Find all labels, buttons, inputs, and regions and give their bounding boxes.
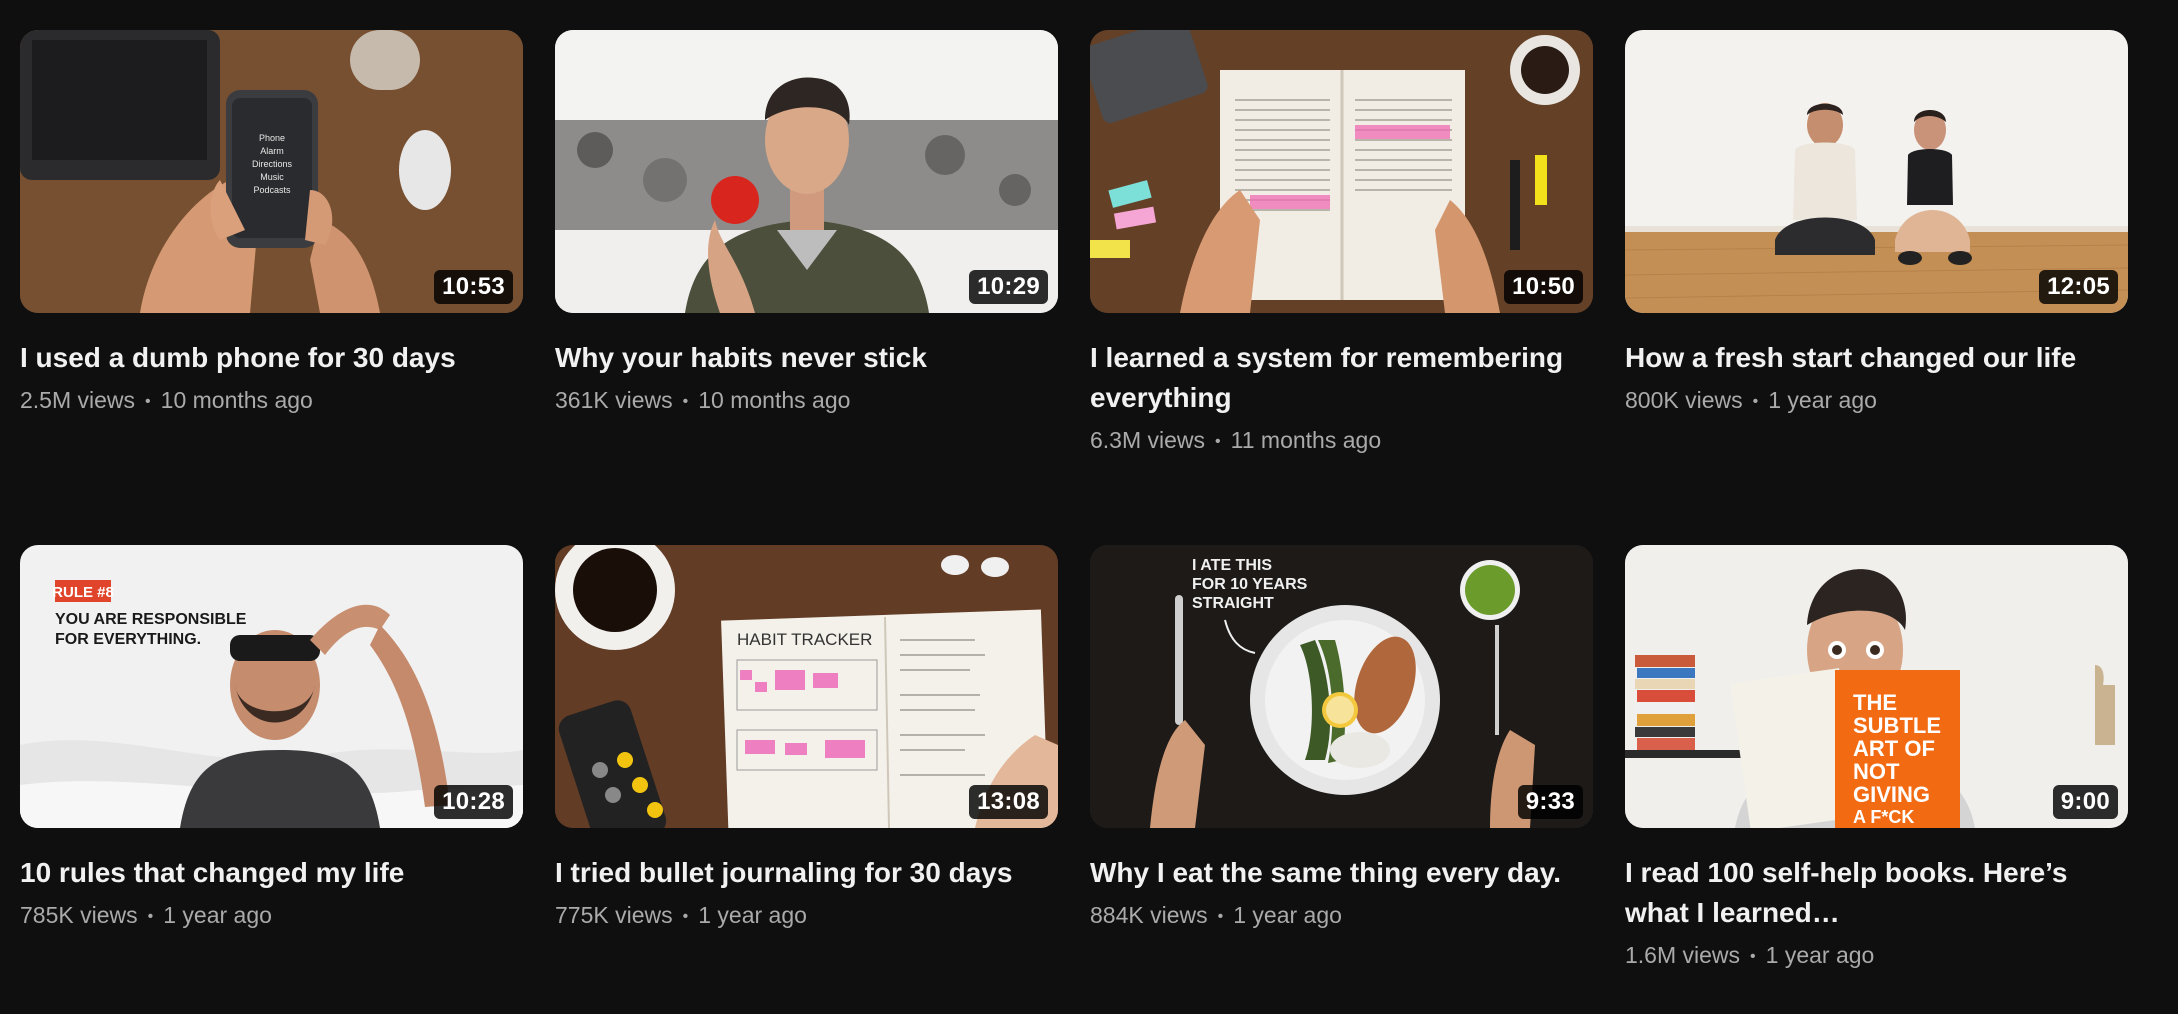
video-title[interactable]: I read 100 self-help books. Here’s what … (1625, 853, 2128, 933)
video-title[interactable]: I used a dumb phone for 30 days (20, 338, 523, 378)
upload-age: 1 year ago (1765, 942, 1875, 968)
thumb-text: STRAIGHT (1192, 595, 1274, 612)
video-metadata: 1.6M views • 1 year ago (1625, 940, 2128, 972)
duration-badge: 10:50 (1504, 270, 1583, 304)
thumb-text: FOR 10 YEARS (1192, 576, 1308, 593)
separator-dot: • (1750, 948, 1756, 965)
thumb-text: NOT (1853, 759, 1900, 784)
thumb-text: GIVING (1853, 782, 1930, 807)
thumb-text: Music (260, 172, 284, 182)
video-metadata: 884K views • 1 year ago (1090, 900, 1593, 932)
view-count: 775K views (555, 902, 673, 928)
thumb-text: Alarm (260, 146, 284, 156)
separator-dot: • (147, 908, 154, 925)
thumb-text: A F*CK (1853, 807, 1914, 827)
video-card[interactable]: HABIT TRACKER 13:08 I tried bullet journ… (555, 545, 1058, 932)
video-card[interactable]: 10:29 Why your habits never stick 361K v… (555, 30, 1058, 417)
view-count: 6.3M views (1090, 427, 1206, 453)
thumbnail-image: THE SUBTLE ART OF NOT GIVING A F*CK (1625, 545, 2128, 828)
video-title[interactable]: Why I eat the same thing every day. (1090, 853, 1593, 893)
view-count: 800K views (1625, 387, 1743, 413)
video-thumbnail[interactable]: Phone Alarm Directions Music Podcasts 10… (20, 30, 523, 313)
video-thumbnail[interactable]: RULE #8 YOU ARE RESPONSIBLE FOR EVERYTHI… (20, 545, 523, 828)
video-title[interactable]: I tried bullet journaling for 30 days (555, 853, 1058, 893)
duration-badge: 12:05 (2039, 270, 2118, 304)
video-thumbnail[interactable]: 10:50 (1090, 30, 1593, 313)
view-count: 2.5M views (20, 387, 136, 413)
upload-age: 11 months ago (1230, 427, 1382, 453)
video-grid: Phone Alarm Directions Music Podcasts 10… (0, 0, 2178, 1014)
separator-dot: • (1752, 393, 1759, 410)
separator-dot: • (682, 908, 689, 925)
separator-dot: • (1217, 908, 1224, 925)
duration-badge: 9:33 (1517, 785, 1583, 819)
video-metadata: 785K views • 1 year ago (20, 900, 523, 932)
separator-dot: • (1215, 433, 1221, 450)
video-title[interactable]: I learned a system for remembering every… (1090, 338, 1593, 418)
video-thumbnail[interactable]: HABIT TRACKER 13:08 (555, 545, 1058, 828)
upload-age: 1 year ago (1768, 387, 1877, 413)
thumb-text: THE (1853, 690, 1897, 715)
video-metadata: 800K views • 1 year ago (1625, 385, 2128, 417)
video-thumbnail[interactable]: 10:29 (555, 30, 1058, 313)
thumb-text: RULE #8 (52, 584, 114, 601)
duration-badge: 10:28 (434, 785, 513, 819)
view-count: 361K views (555, 387, 673, 413)
video-metadata: 6.3M views • 11 months ago (1090, 425, 1593, 457)
video-metadata: 775K views • 1 year ago (555, 900, 1058, 932)
upload-age: 10 months ago (160, 387, 313, 413)
view-count: 884K views (1090, 902, 1208, 928)
video-thumbnail[interactable]: 12:05 (1625, 30, 2128, 313)
video-thumbnail[interactable]: THE SUBTLE ART OF NOT GIVING A F*CK 9:00 (1625, 545, 2128, 828)
video-card[interactable]: Phone Alarm Directions Music Podcasts 10… (20, 30, 523, 417)
thumbnail-image: I ATE THIS FOR 10 YEARS STRAIGHT (1090, 545, 1593, 828)
thumb-text: FOR EVERYTHING. (55, 631, 201, 648)
thumb-text: Directions (252, 159, 293, 169)
thumb-text: SUBTLE (1853, 713, 1941, 738)
video-card[interactable]: 12:05 How a fresh start changed our life… (1625, 30, 2128, 417)
video-thumbnail[interactable]: I ATE THIS FOR 10 YEARS STRAIGHT 9:33 (1090, 545, 1593, 828)
thumb-text: HABIT TRACKER (737, 630, 872, 649)
thumb-text: YOU ARE RESPONSIBLE (55, 611, 247, 628)
video-title[interactable]: 10 rules that changed my life (20, 853, 523, 893)
duration-badge: 13:08 (969, 785, 1048, 819)
upload-age: 10 months ago (698, 387, 851, 413)
view-count: 785K views (20, 902, 138, 928)
upload-age: 1 year ago (163, 902, 272, 928)
upload-age: 1 year ago (1233, 902, 1342, 928)
video-card[interactable]: 10:50 I learned a system for remembering… (1090, 30, 1593, 457)
upload-age: 1 year ago (698, 902, 807, 928)
video-metadata: 2.5M views • 10 months ago (20, 385, 523, 417)
thumb-text: ART OF (1853, 736, 1935, 761)
video-metadata: 361K views • 10 months ago (555, 385, 1058, 417)
video-card[interactable]: I ATE THIS FOR 10 YEARS STRAIGHT 9:33 Wh… (1090, 545, 1593, 932)
thumb-text: Phone (259, 133, 285, 143)
duration-badge: 9:00 (2052, 785, 2118, 819)
duration-badge: 10:29 (969, 270, 1048, 304)
duration-badge: 10:53 (434, 270, 513, 304)
thumb-text: Podcasts (253, 185, 291, 195)
view-count: 1.6M views (1625, 942, 1741, 968)
separator-dot: • (682, 393, 689, 410)
video-card[interactable]: THE SUBTLE ART OF NOT GIVING A F*CK 9:00… (1625, 545, 2128, 972)
separator-dot: • (145, 393, 151, 410)
thumb-text: I ATE THIS (1192, 557, 1272, 574)
video-title[interactable]: Why your habits never stick (555, 338, 1058, 378)
video-card[interactable]: RULE #8 YOU ARE RESPONSIBLE FOR EVERYTHI… (20, 545, 523, 932)
video-title[interactable]: How a fresh start changed our life (1625, 338, 2128, 378)
